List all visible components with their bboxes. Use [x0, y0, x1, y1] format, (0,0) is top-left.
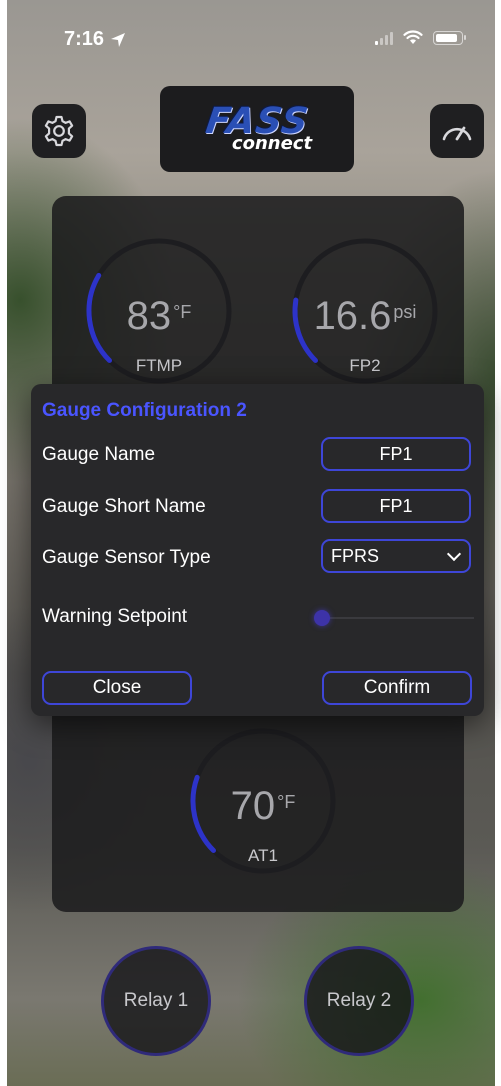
relay-1-button[interactable]: Relay 1 — [101, 946, 211, 1056]
gauge-name-label: Gauge Name — [42, 444, 156, 465]
gauge-unit: °F — [173, 302, 192, 322]
status-indicators — [375, 30, 466, 45]
logo-fass-text: FASS — [202, 101, 312, 142]
gauge-number: 16.6 — [313, 294, 392, 338]
dialog-title: Gauge Configuration 2 — [42, 400, 247, 421]
cellular-signal-icon — [375, 31, 393, 45]
chevron-down-icon — [446, 546, 462, 561]
location-arrow-icon — [111, 32, 126, 47]
gauge-fp2[interactable]: 16.6 psi FP2 — [290, 236, 440, 386]
gauge-unit: psi — [393, 302, 417, 322]
gauge-unit: °F — [277, 792, 296, 812]
gauge-label: FP2 — [349, 356, 381, 375]
status-time: 7:16 — [64, 28, 126, 51]
gauge-label: FTMP — [135, 356, 183, 375]
gauge-at1[interactable]: 70 °F AT1 — [188, 726, 338, 876]
gear-icon — [44, 115, 74, 147]
sensor-type-value: FPRS — [331, 545, 380, 566]
gauge-value: 70 °F — [188, 784, 338, 829]
warning-setpoint-slider[interactable] — [321, 617, 474, 619]
gauge-name-input[interactable]: FP1 — [321, 437, 471, 471]
gauge-number: 83 — [126, 294, 172, 338]
gauge-label: AT1 — [248, 846, 278, 865]
status-time-text: 7:16 — [64, 28, 105, 50]
speedometer-icon — [442, 126, 472, 141]
relay-2-button[interactable]: Relay 2 — [304, 946, 414, 1056]
fass-connect-logo: FASS connect — [160, 86, 354, 172]
gauge-short-name-label: Gauge Short Name — [42, 496, 206, 517]
right-border — [495, 0, 501, 1086]
gauge-value: 16.6 psi — [290, 294, 440, 339]
wifi-icon — [403, 30, 423, 44]
left-border — [0, 0, 7, 1086]
close-button[interactable]: Close — [42, 671, 192, 705]
settings-button[interactable] — [32, 104, 86, 158]
gauge-ftmp[interactable]: 83 °F FTMP — [84, 236, 234, 386]
gauge-value: 83 °F — [84, 294, 234, 339]
gauge-sensor-type-label: Gauge Sensor Type — [42, 547, 211, 568]
gauges-button[interactable] — [430, 104, 484, 158]
gauge-configuration-dialog: Gauge Configuration 2 Gauge Name FP1 Gau… — [31, 384, 484, 716]
gauge-sensor-type-select[interactable]: FPRS — [321, 539, 471, 573]
gauge-short-name-input[interactable]: FP1 — [321, 489, 471, 523]
gauge-number: 70 — [230, 784, 276, 828]
warning-setpoint-label: Warning Setpoint — [42, 606, 188, 627]
warning-setpoint-slider-thumb[interactable] — [314, 610, 330, 626]
confirm-button[interactable]: Confirm — [322, 671, 472, 705]
battery-icon — [433, 30, 466, 45]
